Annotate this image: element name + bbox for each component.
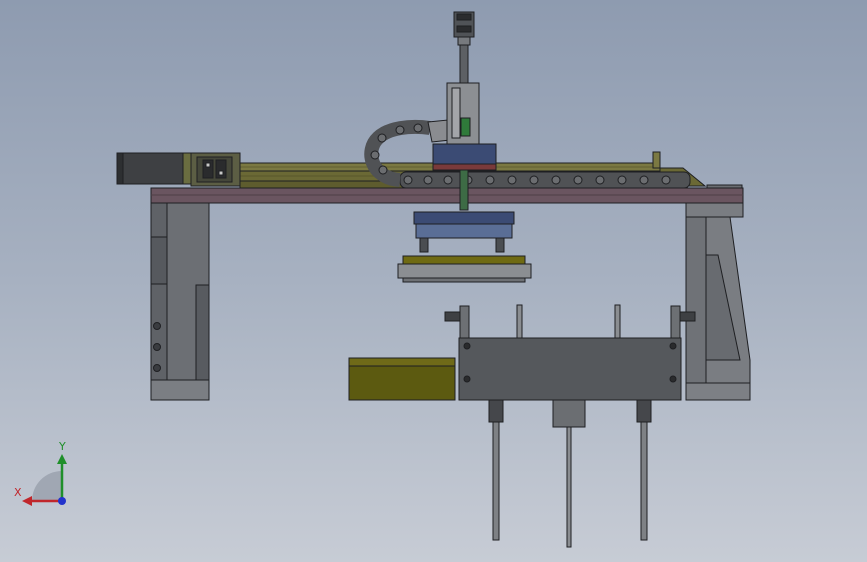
gripper-head [397, 211, 532, 283]
olive-block [348, 357, 456, 401]
cad-viewport[interactable]: Y X [0, 0, 867, 562]
gantry-assembly-model[interactable] [0, 0, 867, 562]
x-axis-label: X [14, 486, 22, 499]
stepper-motor [116, 152, 241, 187]
lower-actuator-housing [444, 304, 696, 401]
main-cross-beam [150, 187, 744, 204]
orientation-triad: Y X [14, 440, 67, 506]
lower-guide-rods [488, 399, 652, 548]
cable-drag-chain [364, 119, 691, 189]
right-support-column [685, 184, 751, 401]
y-axis-label: Y [58, 440, 66, 453]
left-support-column [150, 202, 210, 401]
